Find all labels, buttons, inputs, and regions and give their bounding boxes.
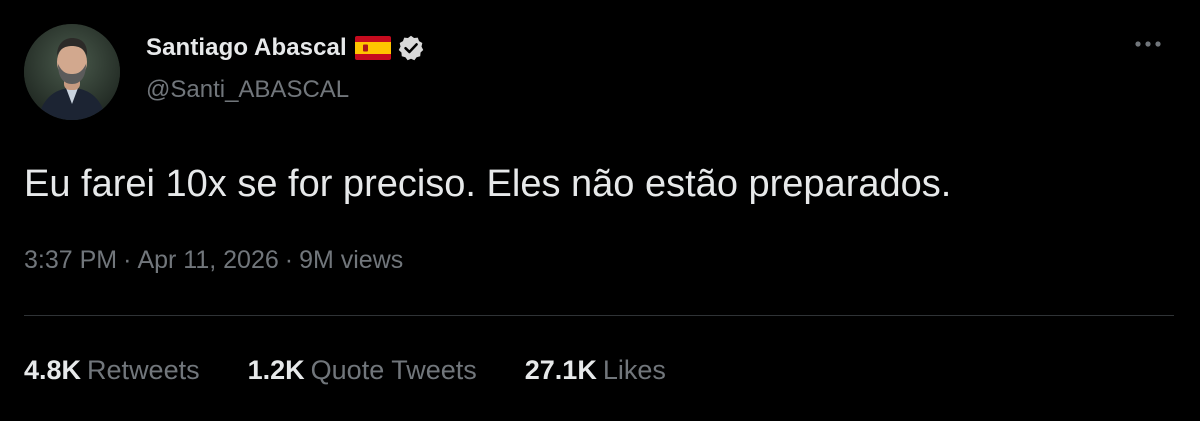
meta-separator: ·: [123, 246, 132, 274]
display-name[interactable]: Santiago Abascal: [146, 34, 347, 62]
retweets-label: Retweets: [87, 355, 200, 385]
spain-flag-icon: [354, 36, 391, 60]
author-block: Santiago Abascal @Santi_ABASCAL: [146, 30, 425, 104]
likes-count: 27.1K: [524, 355, 597, 385]
quote-tweets-count: 1.2K: [247, 355, 305, 385]
meta-separator: ·: [284, 246, 294, 274]
divider: [24, 315, 1174, 316]
tweet-meta: 3:37 PM · Apr 11, 2026 · 9M views: [24, 246, 403, 275]
tweet-card: Santiago Abascal @Santi_ABASCAL Eu farei…: [0, 0, 1200, 421]
quote-tweets-stat[interactable]: 1.2K Quote Tweets: [248, 355, 477, 386]
user-handle[interactable]: @Santi_ABASCAL: [146, 76, 425, 104]
engagement-stats: 4.8K Retweets 1.2K Quote Tweets 27.1K Likes: [24, 355, 714, 386]
likes-stat[interactable]: 27.1K Likes: [525, 355, 666, 386]
view-count: 9M views: [299, 246, 404, 274]
verified-badge-icon: [398, 35, 424, 61]
name-row: Santiago Abascal: [146, 30, 425, 66]
avatar-image: [24, 24, 120, 120]
retweets-count: 4.8K: [24, 355, 82, 385]
avatar[interactable]: [24, 24, 120, 120]
tweet-time[interactable]: 3:37 PM: [24, 246, 117, 274]
quote-tweets-label: Quote Tweets: [310, 355, 477, 385]
tweet-date[interactable]: Apr 11, 2026: [137, 246, 278, 274]
more-options-icon[interactable]: [1130, 30, 1166, 58]
retweets-stat[interactable]: 4.8K Retweets: [24, 355, 200, 386]
likes-label: Likes: [602, 355, 666, 385]
tweet-text: Eu farei 10x se for preciso. Eles não es…: [24, 163, 952, 205]
